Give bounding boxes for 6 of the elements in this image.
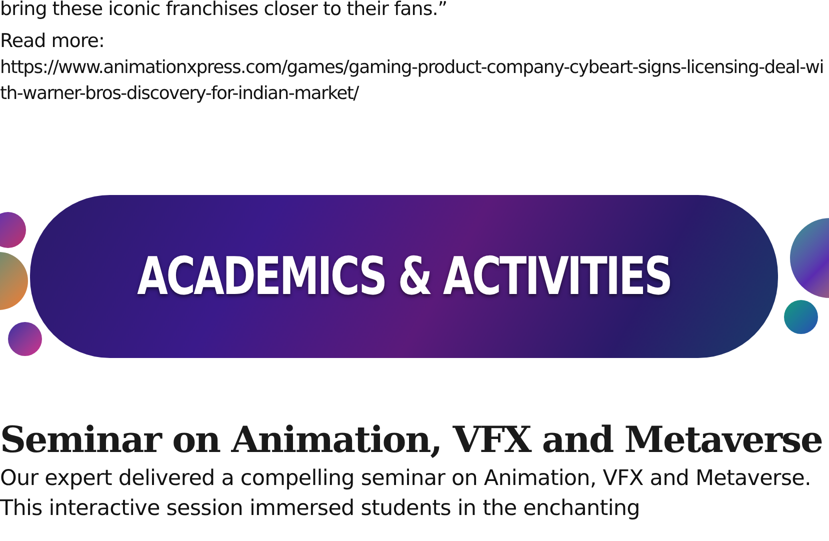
- article-link[interactable]: https://www.animationxpress.com/games/gaming-product-company-cybeart-signs-licensing-deal-with-warner-bros-discovery-for-indian-market/: [0, 55, 829, 107]
- read-more-label: Read more:: [0, 29, 106, 54]
- banner-title: ACADEMICS & ACTIVITIES: [136, 246, 672, 308]
- article-body: Our expert delivered a compelling seminar on Animation, VFX and Metaverse. This interactive session immersed students in the enchanting: [0, 465, 812, 523]
- paragraph-text: bring these iconic franchises closer to their fans.”: [0, 0, 448, 22]
- article-heading: Seminar on Animation, VFX and Metaverse: [0, 418, 824, 462]
